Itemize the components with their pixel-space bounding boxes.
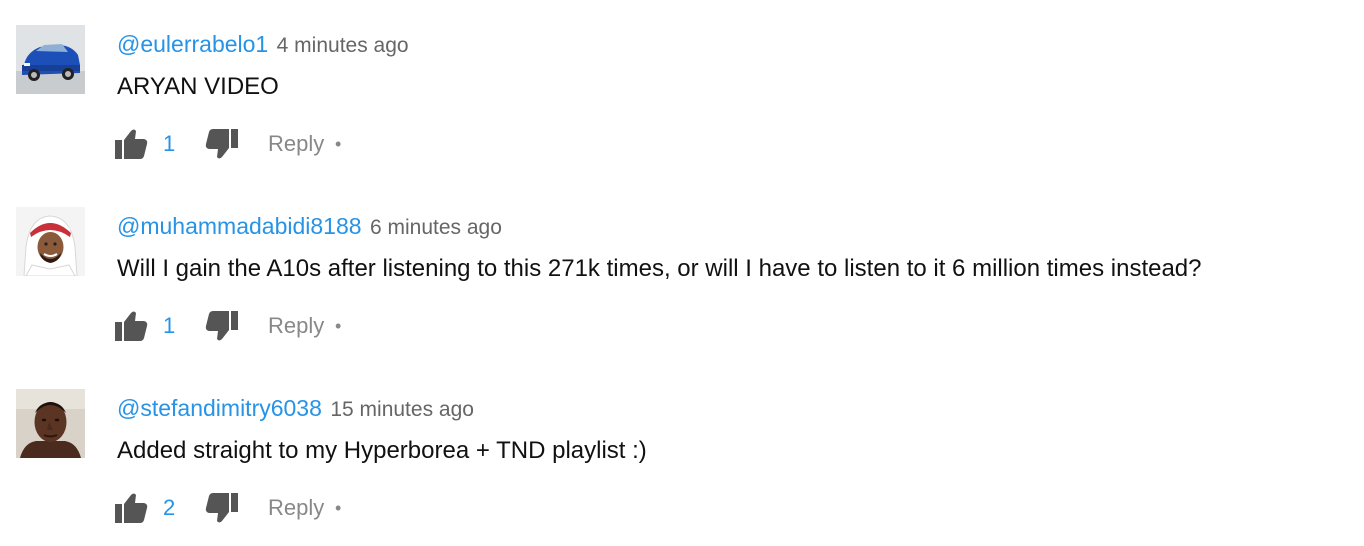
dislike-button[interactable]: [204, 126, 242, 162]
avatar[interactable]: [16, 389, 85, 458]
comment-actions: 2 Reply •: [113, 490, 373, 526]
comment-header: @muhammadabidi8188 6 minutes ago: [117, 212, 502, 240]
comment-timestamp[interactable]: 6 minutes ago: [370, 216, 502, 239]
avatar[interactable]: [16, 25, 85, 94]
like-button[interactable]: [113, 308, 151, 344]
comment: @stefandimitry6038 15 minutes ago Added …: [0, 364, 1364, 546]
like-button[interactable]: [113, 490, 151, 526]
dislike-button[interactable]: [204, 490, 242, 526]
comment: @eulerrabelo1 4 minutes ago ARYAN VIDEO …: [0, 0, 1364, 182]
comment-header: @eulerrabelo1 4 minutes ago: [117, 30, 409, 58]
like-count: 1: [163, 131, 176, 156]
comment-author-link[interactable]: @eulerrabelo1: [117, 31, 268, 57]
thumbs-down-icon: [205, 311, 238, 341]
dislike-button[interactable]: [204, 308, 242, 344]
comment-timestamp[interactable]: 15 minutes ago: [330, 398, 474, 421]
like-count: 1: [163, 313, 176, 338]
comment: @muhammadabidi8188 6 minutes ago Will I …: [0, 182, 1364, 364]
thumbs-down-icon: [205, 493, 238, 523]
reply-button[interactable]: Reply: [268, 130, 324, 158]
comment-text: ARYAN VIDEO: [117, 73, 279, 100]
like-count: 2: [163, 495, 176, 520]
thumbs-up-icon: [115, 493, 148, 523]
thumbs-up-icon: [115, 311, 148, 341]
man-keffiyeh-avatar-icon: [16, 207, 85, 276]
man-portrait-avatar-icon: [16, 389, 85, 458]
comment-text: Will I gain the A10s after listening to …: [117, 255, 1202, 282]
like-button[interactable]: [113, 126, 151, 162]
avatar[interactable]: [16, 207, 85, 276]
comment-author-link[interactable]: @muhammadabidi8188: [117, 213, 362, 239]
thumbs-down-icon: [205, 129, 238, 159]
comment-actions: 1 Reply •: [113, 126, 373, 162]
comment-actions: 1 Reply •: [113, 308, 373, 344]
comment-text: Added straight to my Hyperborea + TND pl…: [117, 437, 647, 464]
separator-dot: •: [335, 498, 342, 518]
comment-header: @stefandimitry6038 15 minutes ago: [117, 394, 474, 422]
comment-author-link[interactable]: @stefandimitry6038: [117, 395, 322, 421]
thumbs-up-icon: [115, 129, 148, 159]
separator-dot: •: [335, 134, 342, 154]
reply-button[interactable]: Reply: [268, 312, 324, 340]
comment-timestamp[interactable]: 4 minutes ago: [277, 34, 409, 57]
reply-button[interactable]: Reply: [268, 494, 324, 522]
separator-dot: •: [335, 316, 342, 336]
blue-car-avatar-icon: [16, 25, 85, 94]
